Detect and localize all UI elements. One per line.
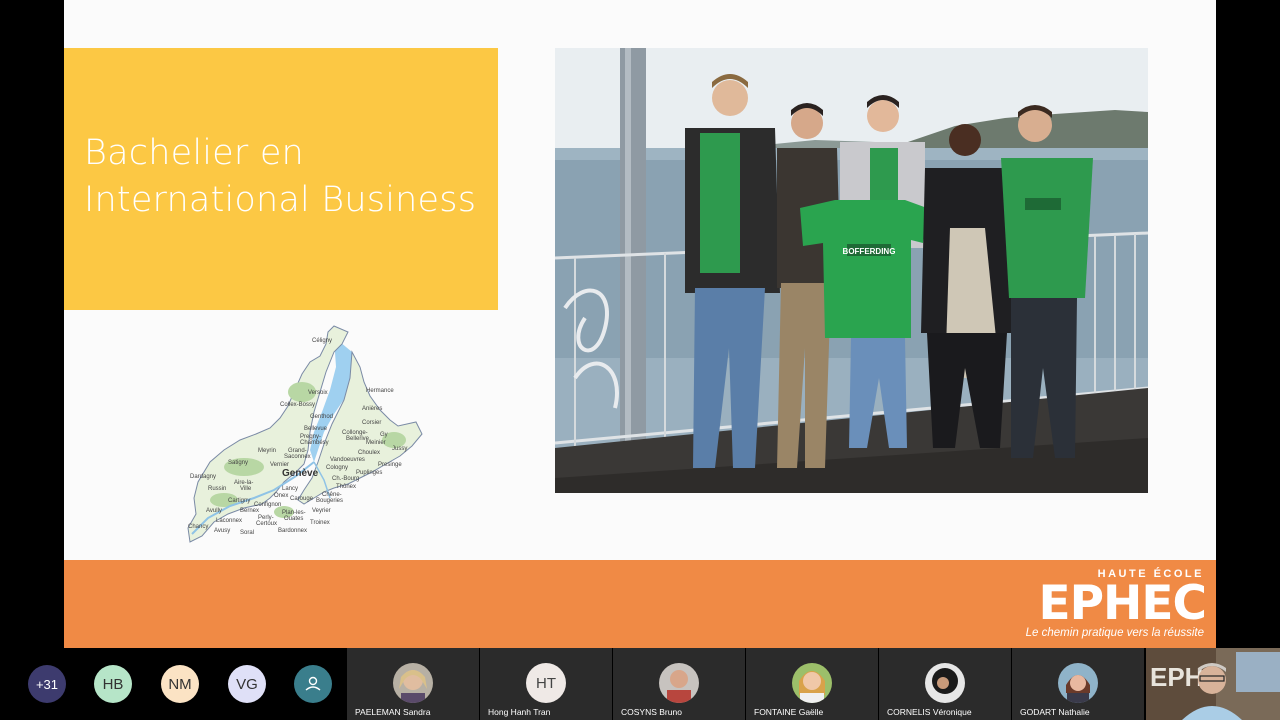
title-box: Bachelier en International Business [64, 48, 498, 310]
footer-band: HAUTE ÉCOLE EPHEC Le chemin pratique ver… [64, 560, 1216, 648]
svg-text:Satigny: Satigny [228, 460, 248, 466]
slide-title-line2: International Business [84, 180, 477, 220]
svg-text:Bougeries: Bougeries [316, 498, 343, 504]
svg-text:Lancy: Lancy [282, 486, 298, 492]
svg-text:Saconnex: Saconnex [284, 454, 311, 460]
participant-tile[interactable]: COSYNS Bruno [613, 648, 745, 720]
participant-photo [925, 663, 965, 703]
svg-text:Troinex: Troinex [310, 520, 330, 526]
svg-text:Laconnex: Laconnex [216, 518, 242, 524]
svg-text:Céligny: Céligny [312, 338, 332, 344]
person-icon [305, 676, 321, 691]
participant-tile[interactable]: GODART Nathalie [1012, 648, 1144, 720]
svg-text:Dardagny: Dardagny [190, 474, 216, 480]
svg-text:Gy: Gy [380, 432, 388, 438]
participant-photo [792, 663, 832, 703]
participant-tile[interactable]: CORNELIS Véronique [879, 648, 1011, 720]
presentation-slide: Bachelier en International Business Céli… [64, 0, 1216, 648]
svg-text:Veyrier: Veyrier [312, 508, 331, 514]
self-video[interactable]: EPH [1146, 648, 1280, 720]
svg-text:Anières: Anières [362, 406, 382, 412]
participant-initials: HT [526, 663, 566, 703]
shirt-text: BOFFERDING [843, 247, 896, 256]
svg-text:EPH: EPH [1150, 662, 1203, 692]
svg-text:Presinge: Presinge [378, 462, 402, 468]
geneva-map: Céligny Versoix Hermance Collex-Bossy Ge… [187, 325, 423, 543]
svg-text:Bellevue: Bellevue [304, 426, 328, 432]
more-participants-button[interactable]: +31 [28, 665, 66, 703]
slide-title: Bachelier en International Business [84, 130, 484, 224]
svg-text:Onex: Onex [274, 493, 288, 499]
svg-text:Meyrin: Meyrin [258, 448, 276, 454]
svg-text:Vandoeuvres: Vandoeuvres [330, 457, 365, 463]
participant-name: CORNELIS Véronique [887, 707, 972, 717]
svg-text:Puplinges: Puplinges [356, 470, 382, 476]
group-photo: BOFFERDING [555, 48, 1148, 493]
map-city-label: Genève [282, 468, 319, 479]
svg-text:Bardonnex: Bardonnex [278, 528, 307, 534]
svg-text:Ville: Ville [240, 486, 252, 492]
svg-text:Chancy: Chancy [188, 524, 208, 530]
svg-text:Bernex: Bernex [240, 508, 259, 514]
participant-avatar-nm[interactable]: NM [161, 665, 199, 703]
slide-title-line1: Bachelier en [84, 133, 304, 173]
participant-name: Hong Hanh Tran [488, 707, 551, 717]
svg-text:Collex-Bossy: Collex-Bossy [280, 402, 315, 408]
svg-text:Meinier: Meinier [366, 440, 386, 446]
svg-text:Genthod: Genthod [310, 414, 333, 420]
svg-text:Russin: Russin [208, 486, 226, 492]
svg-text:Ouates: Ouates [284, 516, 303, 522]
participant-avatar-vg[interactable]: VG [228, 665, 266, 703]
svg-text:Versoix: Versoix [308, 390, 328, 396]
participant-name: PAELEMAN Sandra [355, 707, 431, 717]
ephec-tagline: Le chemin pratique vers la réussite [1025, 627, 1204, 639]
svg-text:Jussy: Jussy [392, 446, 407, 452]
svg-text:Soral: Soral [240, 530, 254, 536]
svg-text:Hermance: Hermance [366, 388, 394, 394]
participant-tile[interactable]: HT Hong Hanh Tran [480, 648, 612, 720]
ephec-logo: EPHEC [1038, 576, 1207, 631]
svg-text:Cartigny: Cartigny [228, 498, 250, 504]
svg-text:Choulex: Choulex [358, 450, 380, 456]
svg-text:Ch.-Bourg: Ch.-Bourg [332, 476, 359, 482]
participant-name: COSYNS Bruno [621, 707, 682, 717]
participant-tile[interactable]: PAELEMAN Sandra [347, 648, 479, 720]
participant-avatar-hb[interactable]: HB [94, 665, 132, 703]
svg-text:Corsier: Corsier [362, 420, 381, 426]
svg-text:Chambésy: Chambésy [300, 440, 329, 446]
participant-avatar-anonymous[interactable] [294, 665, 332, 703]
svg-text:Thônex: Thônex [336, 484, 356, 490]
participant-photo [1058, 663, 1098, 703]
participant-photo [393, 663, 433, 703]
svg-text:Carouge: Carouge [290, 496, 314, 502]
participant-name: FONTAINE Gaëlle [754, 707, 824, 717]
svg-text:Certoux: Certoux [256, 521, 277, 527]
participants-bar: +31 HB NM VG PAELEMAN Sandra HT Hong Han… [0, 648, 1280, 720]
participant-photo [659, 663, 699, 703]
svg-text:Avusy: Avusy [214, 528, 230, 534]
svg-text:Cologny: Cologny [326, 465, 348, 471]
svg-text:Avully: Avully [206, 508, 222, 514]
participant-tile[interactable]: FONTAINE Gaëlle [746, 648, 878, 720]
participant-name: GODART Nathalie [1020, 707, 1090, 717]
